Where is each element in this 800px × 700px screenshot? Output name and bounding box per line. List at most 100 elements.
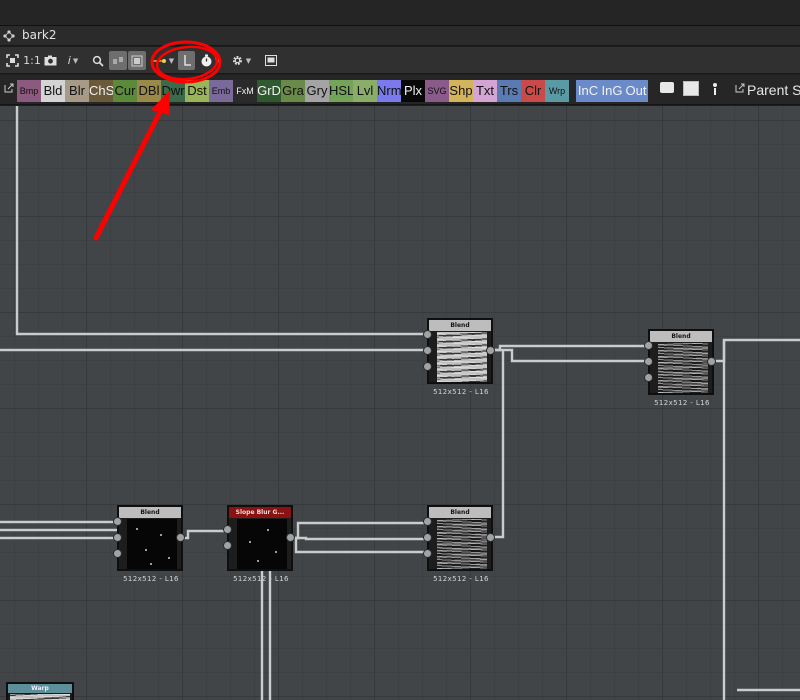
output-port[interactable]: [486, 533, 495, 542]
input-port[interactable]: [113, 549, 122, 558]
node-title: Slope Blur G...: [229, 507, 291, 518]
settings-dropdown[interactable]: ▼: [228, 51, 254, 70]
node-title: Blend: [429, 507, 491, 518]
atom-button-blr[interactable]: Blr: [65, 80, 89, 102]
atom-button-grd[interactable]: GrD: [257, 80, 281, 102]
atom-button-fxm[interactable]: FxM: [233, 80, 257, 102]
compute-timer-dropdown[interactable]: ▼: [197, 51, 223, 70]
frame-icon[interactable]: [683, 81, 699, 96]
search-icon: [92, 55, 104, 67]
atom-button-gry[interactable]: Gry: [305, 80, 329, 102]
node-thumbnail: [127, 519, 177, 569]
input-port[interactable]: [223, 541, 232, 550]
atom-button-hsl[interactable]: HSL: [329, 80, 353, 102]
atom-button-dbl[interactable]: DBl: [137, 80, 161, 102]
atom-button-dwr[interactable]: Dwr: [161, 80, 185, 102]
input-port[interactable]: [644, 357, 653, 366]
node-thumbnail: [10, 694, 70, 700]
node-title: Warp: [8, 684, 72, 693]
input-port[interactable]: [644, 373, 653, 382]
graph-tab-title[interactable]: bark2: [22, 28, 57, 42]
atom-button-wrp[interactable]: Wrp: [545, 80, 569, 102]
output-port[interactable]: [707, 357, 716, 366]
input-port[interactable]: [423, 346, 432, 355]
node-size-label: 512x512 - L16: [654, 399, 710, 407]
link-style-dropdown-icon: ▼: [168, 56, 175, 65]
zoom-1to1-button[interactable]: 1:1: [23, 51, 41, 70]
blend-node-right[interactable]: Blend 512x512 - L16: [644, 329, 716, 407]
search-button[interactable]: [90, 51, 106, 70]
blend-node-left[interactable]: Blend 512x512 - L16: [113, 505, 185, 583]
node-thumbnail: [437, 332, 487, 382]
atom-button-chs[interactable]: ChS: [89, 80, 113, 102]
fit-view-icon: [5, 54, 19, 67]
node-size-label: 512x512 - L16: [433, 575, 489, 583]
graph-canvas[interactable]: Blend 512x512 - L16 Blend 512x512 - L16 …: [0, 106, 800, 700]
node-size-label: 512x512 - L16: [233, 575, 289, 583]
blend-node-bottom[interactable]: Blend 512x512 - L16: [423, 505, 495, 583]
atom-button-bmp[interactable]: Bmp: [17, 80, 41, 102]
atom-button-lvl[interactable]: Lvl: [353, 80, 377, 102]
info-label: i: [67, 54, 71, 67]
export-button[interactable]: [263, 51, 279, 70]
snap-layout-icon: [183, 55, 191, 66]
snap-layout-toggle[interactable]: [178, 51, 195, 70]
atom-nodes-bar: Bmp Bld Blr ChS Cur DBl Dwr Dst Emb FxM GrD Gra Gry H…: [0, 75, 800, 105]
atom-button-ing[interactable]: InG: [600, 80, 624, 102]
input-port[interactable]: [223, 525, 232, 534]
fit-view-button[interactable]: [4, 51, 20, 70]
node-thumbnail: [437, 519, 487, 569]
node-title: Blend: [119, 507, 181, 518]
input-port[interactable]: [644, 341, 653, 350]
atom-button-shp[interactable]: Shp: [449, 80, 473, 102]
input-port[interactable]: [423, 517, 432, 526]
atom-button-svg[interactable]: SVG: [425, 80, 449, 102]
output-port[interactable]: [176, 533, 185, 542]
link-style-dropdown[interactable]: ▼: [150, 51, 176, 70]
input-port[interactable]: [423, 330, 432, 339]
input-port[interactable]: [423, 362, 432, 371]
open-external-icon[interactable]: [4, 83, 14, 93]
output-port[interactable]: [286, 533, 295, 542]
atom-button-nrm[interactable]: Nrm: [377, 80, 401, 102]
link-style-icon: [151, 58, 166, 63]
pin-icon[interactable]: [711, 82, 719, 96]
atom-button-clr[interactable]: Clr: [521, 80, 545, 102]
node-thumbnail: [658, 343, 708, 393]
info-button[interactable]: i ▼: [62, 51, 84, 70]
slope-blur-node[interactable]: Slope Blur G... 512x512 - L16: [223, 505, 295, 583]
atom-button-dst[interactable]: Dst: [185, 80, 209, 102]
atom-button-txt[interactable]: Txt: [473, 80, 497, 102]
warp-node[interactable]: Warp: [6, 682, 74, 700]
atom-button-cur[interactable]: Cur: [113, 80, 137, 102]
screenshot-button[interactable]: [42, 51, 58, 70]
graph-tab-bar: bark2: [0, 26, 800, 46]
input-port[interactable]: [423, 533, 432, 542]
atom-button-emb[interactable]: Emb: [209, 80, 233, 102]
export-icon: [265, 55, 277, 66]
gear-icon: [232, 55, 242, 66]
comment-icon[interactable]: [660, 82, 674, 93]
atom-button-gra[interactable]: Gra: [281, 80, 305, 102]
open-external-icon-right[interactable]: [735, 83, 745, 93]
wire: [490, 348, 651, 363]
window-top-strip: [0, 0, 800, 26]
input-port[interactable]: [113, 517, 122, 526]
zoom-1to1-label: 1:1: [23, 54, 41, 67]
wire: [490, 344, 651, 352]
pin-layout-button[interactable]: [109, 51, 127, 70]
wire: [290, 521, 430, 540]
atom-button-trs[interactable]: Trs: [497, 80, 521, 102]
output-port[interactable]: [486, 346, 495, 355]
node-size-label: 512x512 - L16: [123, 575, 179, 583]
parent-size-label[interactable]: Parent S: [747, 82, 800, 98]
atom-button-inc[interactable]: InC: [576, 80, 600, 102]
atom-button-plx[interactable]: Plx: [401, 80, 425, 102]
frame-view-button[interactable]: [128, 51, 146, 70]
blend-node-top[interactable]: Blend 512x512 - L16: [423, 318, 495, 396]
input-port[interactable]: [113, 533, 122, 542]
input-port[interactable]: [423, 549, 432, 558]
atom-button-bld[interactable]: Bld: [41, 80, 65, 102]
atom-button-out[interactable]: Out: [624, 80, 648, 102]
graph-icon: [3, 30, 15, 42]
